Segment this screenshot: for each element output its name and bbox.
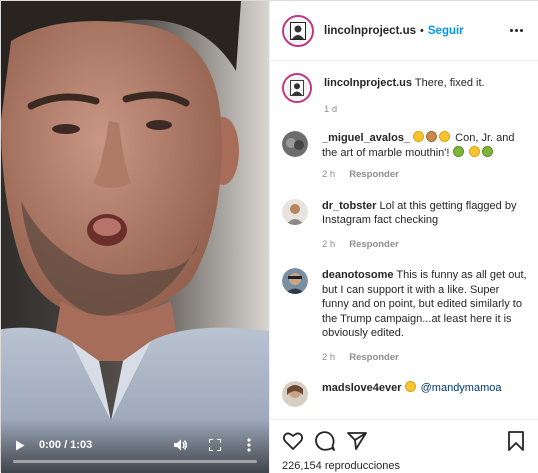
- commenter-avatar[interactable]: [282, 381, 308, 407]
- volume-icon[interactable]: [173, 437, 189, 453]
- nauseated-emoji-icon: [452, 145, 464, 157]
- video-control-bar: 0:00 / 1:03: [1, 435, 269, 455]
- video-frame-image: [1, 1, 269, 473]
- caption-row: lincolnproject.us There, fixed it. 1 d: [282, 73, 527, 117]
- header-separator: •: [420, 24, 424, 37]
- video-player[interactable]: 0:00 / 1:03: [1, 1, 269, 473]
- laughing-emoji-icon: [413, 131, 425, 142]
- reply-button[interactable]: Responder: [349, 351, 399, 366]
- caption-age: 1 d: [324, 103, 338, 115]
- video-progress-bar[interactable]: [13, 460, 257, 463]
- caption-text: There, fixed it.: [414, 77, 485, 89]
- instagram-post-frame: 0:00 / 1:03 lincolnproject.us • Seguir l…: [0, 0, 538, 473]
- video-time: 0:00 / 1:03: [39, 439, 93, 451]
- caption-avatar[interactable]: [282, 73, 312, 103]
- nauseated-emoji-icon: [481, 145, 493, 157]
- comment-mention[interactable]: @mandymamoa: [421, 382, 502, 394]
- view-count: 226,154 reproducciones: [282, 460, 401, 472]
- kebab-icon[interactable]: [241, 437, 257, 453]
- commenter-avatar[interactable]: [282, 198, 308, 225]
- lincoln-portrait-icon: [290, 21, 306, 40]
- video-controls: 0:00 / 1:03: [1, 419, 269, 473]
- comment-username[interactable]: madslove4ever: [322, 382, 402, 394]
- comment-row: madslove4ever @mandymamoa: [282, 381, 527, 407]
- comment-username[interactable]: _miguel_avalos_: [322, 132, 410, 144]
- comment-icon[interactable]: [314, 430, 336, 452]
- bookmark-icon[interactable]: [505, 430, 527, 452]
- vomit-emoji-icon: [468, 145, 480, 157]
- comments-list[interactable]: lincolnproject.us There, fixed it. 1 d _…: [270, 61, 538, 419]
- share-icon[interactable]: [346, 430, 368, 452]
- comment-username[interactable]: deanotosome: [322, 269, 394, 281]
- commenter-avatar[interactable]: [282, 131, 308, 157]
- author-username[interactable]: lincolnproject.us: [324, 25, 416, 37]
- comment-time: 2 h: [322, 238, 336, 250]
- follow-button[interactable]: Seguir: [428, 25, 464, 37]
- author-avatar[interactable]: [282, 14, 314, 47]
- laughing-emoji-icon: [404, 381, 416, 392]
- more-icon[interactable]: [506, 25, 527, 36]
- post-actions: 226,154 reproducciones: [270, 419, 538, 473]
- commenter-avatar[interactable]: [282, 268, 308, 294]
- reply-button[interactable]: Responder: [349, 168, 399, 183]
- comment-row: dr_tobster Lol at this getting flagged b…: [282, 198, 527, 253]
- clap-emoji-icon: [426, 131, 438, 142]
- fullscreen-icon[interactable]: [207, 437, 223, 453]
- post-side-panel: lincolnproject.us • Seguir lincolnprojec…: [269, 1, 538, 473]
- heart-icon[interactable]: [282, 430, 304, 452]
- comment-time: 2 h: [322, 351, 336, 363]
- comment-time: 2 h: [322, 169, 336, 180]
- reply-button[interactable]: Responder: [349, 238, 399, 253]
- post-header: lincolnproject.us • Seguir: [270, 1, 538, 61]
- comment-row: deanotosome This is funny as all get out…: [282, 268, 527, 365]
- laughing-emoji-icon: [439, 131, 451, 142]
- comment-row: _miguel_avalos_ Con, Jr. and the art of …: [282, 131, 527, 183]
- play-icon[interactable]: [13, 438, 27, 452]
- comment-username[interactable]: dr_tobster: [322, 200, 376, 212]
- lincoln-portrait-icon: [290, 80, 304, 96]
- caption-username[interactable]: lincolnproject.us: [324, 77, 412, 89]
